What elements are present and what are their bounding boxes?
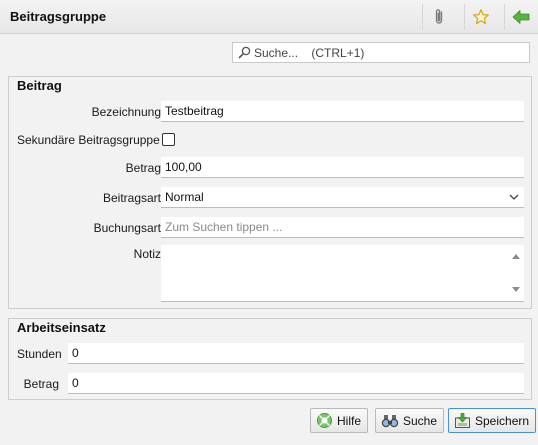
back-arrow-icon [512, 10, 529, 24]
arbeitseinsatz-betrag-field[interactable]: 0 [68, 373, 524, 394]
betrag-field[interactable]: 100,00 [161, 157, 524, 178]
help-button[interactable]: Hilfe [310, 408, 369, 433]
stunden-label: Stunden [17, 347, 62, 361]
notiz-textarea[interactable] [161, 245, 524, 302]
paperclip-icon [435, 9, 442, 24]
search-placeholder: Suche... (CTRL+1) [254, 45, 365, 60]
beitragsart-label: Beitragsart [102, 191, 161, 205]
save-icon [455, 413, 470, 428]
buchungsart-placeholder: Zum Suchen tippen ... [165, 220, 283, 234]
attachment-button[interactable] [422, 4, 454, 30]
star-icon [472, 9, 489, 25]
betrag-label: Betrag [125, 161, 161, 175]
beitrag-group: Beitrag Bezeichnung Testbeitrag Sekundär… [8, 76, 532, 309]
arbeitseinsatz-betrag-label: Betrag [23, 377, 59, 391]
bezeichnung-field[interactable]: Testbeitrag [161, 101, 524, 122]
favorite-button[interactable] [464, 4, 496, 30]
arbeitseinsatz-betrag-value: 0 [72, 376, 79, 390]
help-icon [317, 413, 332, 428]
sekundaer-checkbox[interactable] [162, 133, 175, 146]
beitrag-group-title: Beitrag [17, 78, 62, 93]
arbeitseinsatz-group: Arbeitseinsatz Stunden 0 Betrag 0 [8, 318, 532, 400]
beitragsart-select[interactable]: Normal [161, 187, 524, 208]
buchungsart-label: Buchungsart [93, 221, 161, 235]
search-icon [238, 46, 251, 59]
bezeichnung-label: Bezeichnung [91, 105, 161, 119]
search-input[interactable]: Suche... (CTRL+1) [232, 42, 530, 63]
scroll-down-arrow-icon[interactable] [512, 287, 520, 292]
chevron-down-icon [509, 194, 519, 200]
bezeichnung-value: Testbeitrag [165, 104, 224, 118]
save-button-label: Speichern [475, 413, 530, 428]
binoculars-icon [381, 414, 399, 427]
buchungsart-field[interactable]: Zum Suchen tippen ... [161, 217, 524, 238]
scroll-up-arrow-icon[interactable] [512, 254, 520, 259]
save-button[interactable]: Speichern [448, 408, 537, 433]
stunden-value: 0 [72, 346, 79, 360]
sekundaer-label: Sekundäre Beitragsgruppe [17, 133, 160, 147]
window-title: Beitragsgruppe [10, 9, 107, 24]
help-button-label: Hilfe [337, 413, 362, 428]
search-button-label: Suche [403, 413, 438, 428]
beitragsart-value: Normal [165, 190, 204, 204]
arbeitseinsatz-group-title: Arbeitseinsatz [17, 320, 106, 335]
back-button[interactable] [504, 4, 536, 30]
search-button[interactable]: Suche [375, 408, 445, 433]
title-bar: Beitragsgruppe [0, 0, 538, 34]
stunden-field[interactable]: 0 [68, 343, 524, 364]
notiz-label: Notiz [133, 247, 161, 261]
betrag-value: 100,00 [165, 160, 202, 174]
